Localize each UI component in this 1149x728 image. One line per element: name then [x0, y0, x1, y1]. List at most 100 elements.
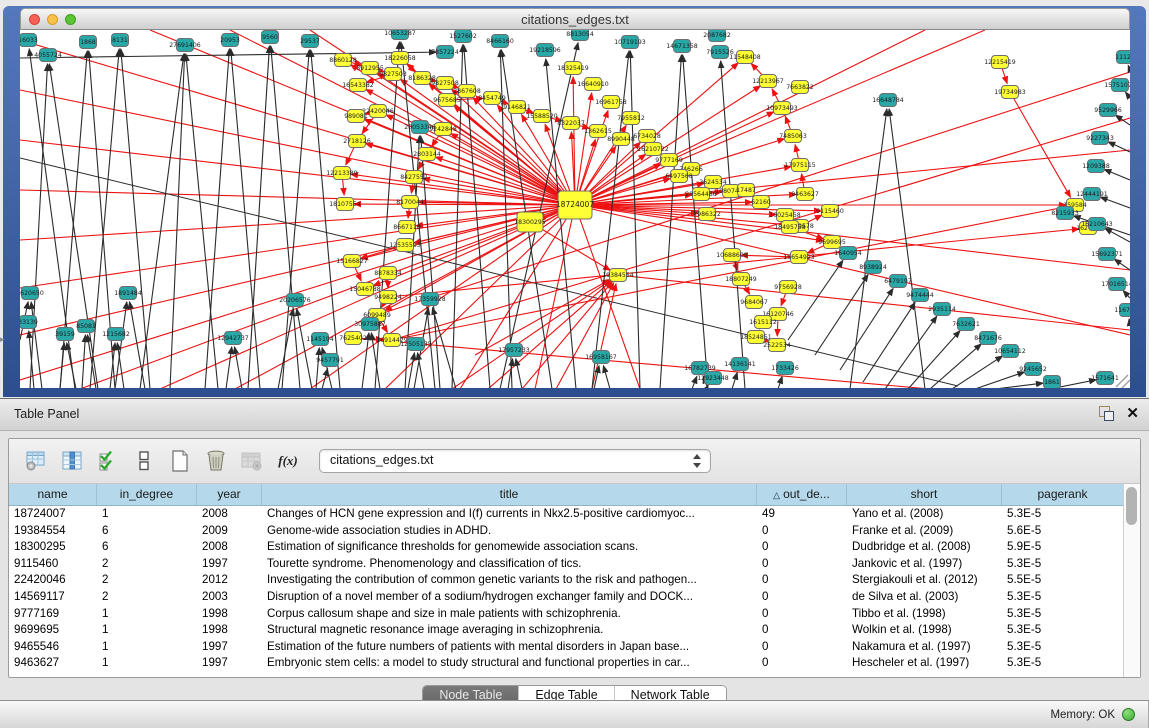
graph-node[interactable]: 16961758 — [595, 96, 627, 109]
graph-node[interactable]: 19218596 — [529, 44, 561, 57]
graph-node[interactable]: 8170044 — [396, 196, 424, 209]
graph-node[interactable]: 8860128 — [329, 54, 357, 67]
graph-node[interactable]: 15166827 — [336, 255, 368, 268]
checkbox-list-button[interactable] — [93, 446, 123, 476]
graph-node[interactable]: 17016514 — [1101, 278, 1130, 291]
graph-node[interactable]: 9756928 — [774, 281, 802, 294]
graph-node[interactable]: 9245652 — [1019, 363, 1047, 376]
graph-node[interactable]: 1891484 — [114, 287, 142, 300]
graph-node[interactable]: 19734983 — [994, 86, 1026, 99]
graph-node[interactable]: 10719193 — [614, 36, 646, 49]
graph-node[interactable]: 9529966 — [1094, 104, 1122, 117]
delete-button[interactable] — [201, 446, 231, 476]
graph-node[interactable]: 10653287 — [384, 30, 416, 40]
table-row[interactable]: 946362711997Embryonic stem cells: a mode… — [9, 655, 1140, 672]
table-row[interactable]: 969969511998Structural magnetic resonanc… — [9, 622, 1140, 639]
function-builder-button[interactable]: f(x) — [273, 446, 303, 476]
graph-node[interactable]: 9684067 — [740, 296, 768, 309]
table-settings-button[interactable] — [21, 446, 51, 476]
table-row[interactable]: 911546021997Tourette syndrome. Phenomeno… — [9, 556, 1140, 573]
column-header-out-de-[interactable]: △out_de... — [757, 484, 847, 505]
column-header-in-degree[interactable]: in_degree — [97, 484, 197, 505]
vertical-scrollbar[interactable] — [1123, 484, 1140, 677]
graph-node[interactable]: 2620650 — [20, 287, 44, 300]
graph-node[interactable]: 6734028 — [633, 130, 661, 143]
graph-node[interactable]: 4055724 — [34, 49, 62, 62]
float-panel-icon[interactable] — [1099, 406, 1114, 421]
memory-status-orb[interactable] — [1122, 708, 1135, 721]
graph-node[interactable]: 10973493 — [766, 102, 798, 115]
graph-node[interactable]: 9560 — [262, 31, 279, 44]
graph-node[interactable]: 7632621 — [952, 318, 980, 331]
network-graph[interactable]: 1872400718300295886012889129551822605898… — [20, 30, 1130, 388]
graph-node[interactable]: 9146821 — [503, 101, 531, 114]
graph-node[interactable]: 12215419 — [984, 56, 1016, 69]
table-row[interactable]: 1938455462009Genome-wide association stu… — [9, 523, 1140, 540]
graph-node[interactable]: 8471676 — [974, 332, 1002, 345]
graph-node[interactable]: 7857224 — [431, 46, 459, 59]
graph-node[interactable]: 18325419 — [557, 62, 589, 75]
graph-node[interactable]: 12535593 — [389, 239, 421, 252]
merge-rows-button[interactable] — [129, 446, 159, 476]
graph-node[interactable]: 1868 — [80, 36, 97, 49]
graph-node[interactable]: 20953 — [220, 34, 240, 47]
graph-node[interactable]: 7485063 — [779, 130, 807, 143]
scrollbar-thumb[interactable] — [1126, 487, 1137, 525]
new-document-button[interactable] — [165, 446, 195, 476]
graph-node[interactable]: 10688609 — [716, 249, 748, 262]
graph-node[interactable]: 18300295 — [514, 212, 546, 232]
graph-node[interactable]: 1571641 — [1091, 372, 1119, 385]
graph-node[interactable]: 2935114 — [928, 303, 956, 316]
graph-node[interactable]: 18807249 — [725, 273, 757, 286]
graph-node[interactable]: 2087682 — [703, 30, 731, 42]
graph-node[interactable]: 12942737 — [217, 332, 249, 345]
select-columns-button[interactable] — [57, 446, 87, 476]
column-header-short[interactable]: short — [847, 484, 1002, 505]
table-row[interactable]: 1456911722003Disruption of a novel membe… — [9, 589, 1140, 606]
graph-node[interactable]: 9457791 — [316, 354, 344, 367]
close-panel-icon[interactable]: ✕ — [1126, 406, 1139, 421]
table-row[interactable]: 1830029562008Estimation of significance … — [9, 539, 1140, 556]
graph-node[interactable]: 17975115 — [784, 159, 816, 172]
graph-node[interactable]: 62160 — [751, 196, 771, 209]
network-window-titlebar[interactable]: citations_edges.txt — [20, 8, 1130, 30]
graph-node[interactable]: 8938924 — [859, 261, 887, 274]
graph-node[interactable]: 33139 — [20, 316, 38, 329]
graph-node[interactable]: 11121 — [1115, 51, 1130, 64]
graph-node[interactable]: 1527602 — [449, 30, 477, 43]
graph-node[interactable]: 16648784 — [872, 94, 904, 107]
graph-node[interactable]: 19384554 — [602, 269, 634, 282]
graph-node[interactable]: 16033 — [20, 34, 38, 47]
table-row[interactable]: 946554611997Estimation of the future num… — [9, 639, 1140, 656]
graph-node[interactable]: 7663822 — [786, 81, 814, 94]
graph-node[interactable]: 1167533 — [1114, 304, 1130, 317]
table-row[interactable]: 2242004622012Investigating the contribut… — [9, 572, 1140, 589]
table-select-combobox[interactable]: citations_edges.txt — [319, 449, 711, 473]
graph-node[interactable]: 18724007 — [556, 191, 594, 219]
graph-node[interactable]: 15692371 — [1091, 248, 1123, 261]
graph-node[interactable]: 1145194 — [306, 333, 334, 346]
panel-collapse-arrow[interactable]: ▸ — [0, 334, 5, 345]
graph-node[interactable]: 8813054 — [566, 30, 594, 41]
graph-node[interactable]: 11548408 — [729, 51, 761, 64]
graph-node[interactable]: 16640910 — [577, 78, 609, 91]
graph-node[interactable]: 1215682 — [102, 328, 130, 341]
column-header-title[interactable]: title — [262, 484, 757, 505]
graph-node[interactable]: 17487 — [736, 184, 756, 197]
graph-node[interactable]: 8131 — [112, 34, 129, 47]
graph-node[interactable]: 9463627 — [791, 188, 819, 201]
graph-node[interactable]: 15751074 — [1104, 79, 1130, 92]
graph-node[interactable]: 29537 — [300, 35, 320, 48]
graph-node[interactable]: 6479197 — [884, 275, 912, 288]
graph-node[interactable]: 9675685 — [433, 94, 461, 107]
column-header-name[interactable]: name — [9, 484, 97, 505]
graph-node[interactable]: 18226058 — [384, 52, 416, 65]
graph-node[interactable]: 2718126 — [343, 135, 371, 148]
graph-node[interactable]: 989081 — [344, 110, 368, 123]
graph-node[interactable]: 85081 — [76, 320, 96, 333]
graph-node[interactable]: 14136141 — [724, 358, 756, 371]
graph-node[interactable]: 12213967 — [752, 75, 784, 88]
network-canvas[interactable]: 1872400718300295886012889129551822605898… — [20, 30, 1130, 388]
graph-node[interactable]: 16958167 — [585, 351, 617, 364]
table-row[interactable]: 977716911998Corpus callosum shape and si… — [9, 606, 1140, 623]
